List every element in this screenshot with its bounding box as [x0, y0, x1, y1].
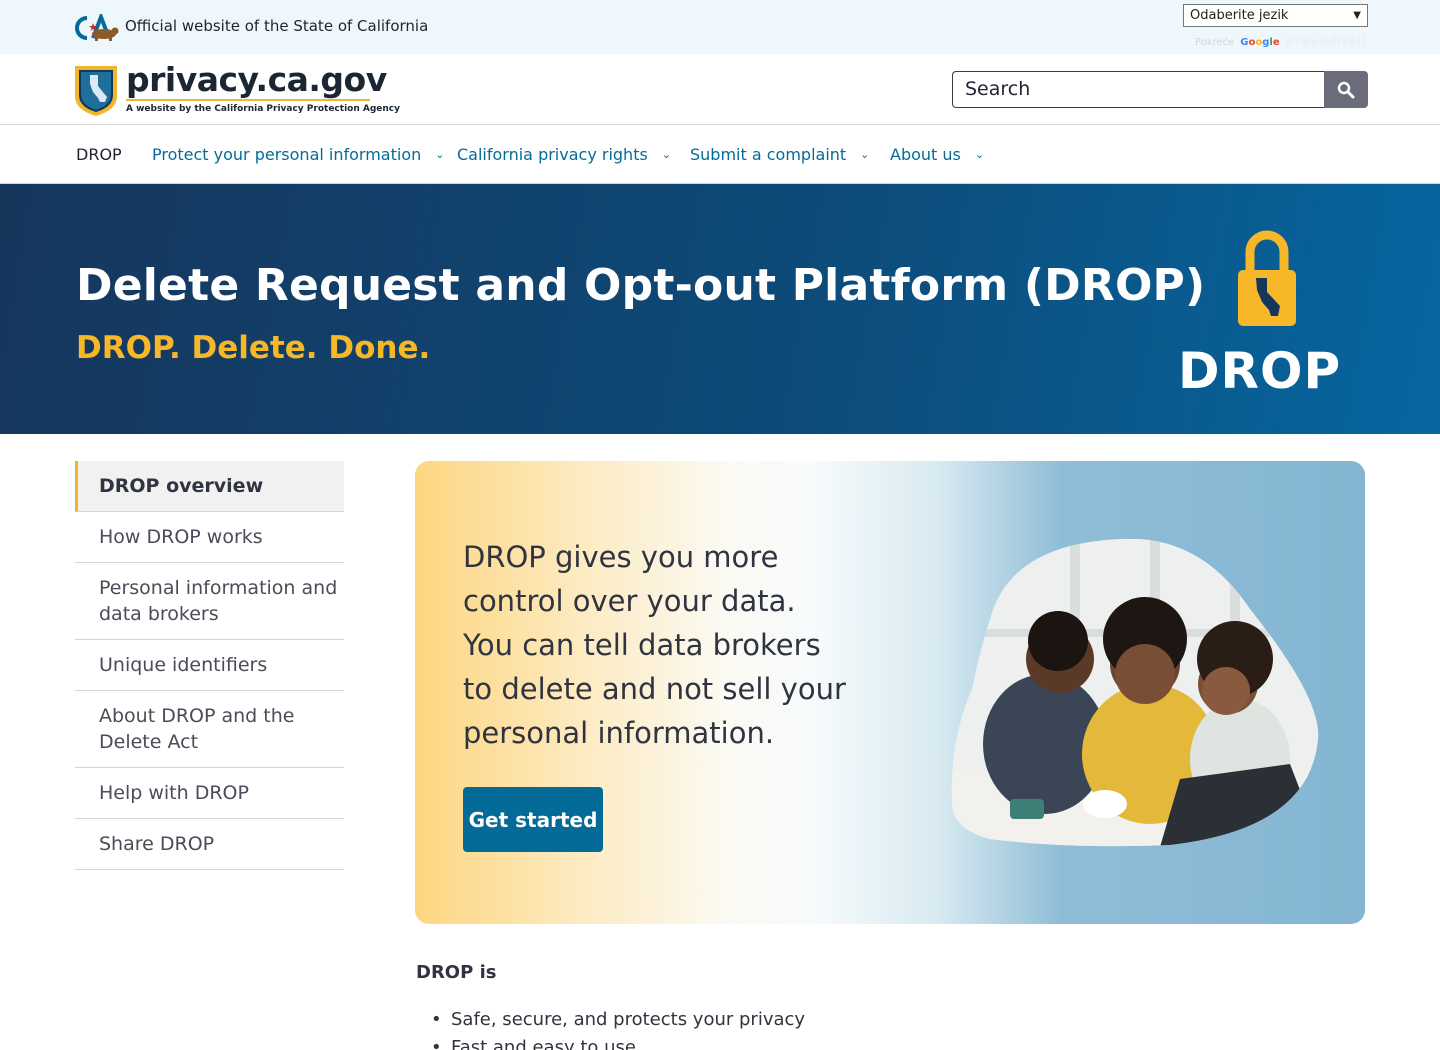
nav-item-submit-complaint[interactable]: Submit a complaint ⌄ [690, 145, 869, 164]
site-subtitle: A website by the California Privacy Prot… [126, 104, 400, 114]
sidenav-item-share[interactable]: Share DROP [75, 819, 344, 870]
get-started-button[interactable]: Get started [463, 787, 603, 852]
nav-item-label: About us [890, 145, 961, 164]
list-item: Fast and easy to use [431, 1034, 805, 1050]
google-letter: G [1240, 37, 1249, 48]
ca-gov-logo-icon[interactable] [71, 14, 119, 42]
chevron-down-icon: ▼ [1353, 10, 1361, 21]
nav-item-label: DROP [76, 145, 122, 164]
sidenav-item-overview[interactable]: DROP overview [75, 461, 344, 512]
powered-by-text: Pokreće [1195, 37, 1235, 48]
benefits-list: Safe, secure, and protects your privacy … [431, 1006, 805, 1050]
feature-lead-text: DROP gives you more control over your da… [463, 540, 846, 750]
sidenav-item-personal-info[interactable]: Personal information and data brokers [75, 563, 344, 640]
family-photo [951, 539, 1319, 847]
chevron-down-icon: ⌄ [661, 148, 672, 161]
side-navigation: DROP overview How DROP works Personal in… [75, 461, 344, 870]
search-button[interactable] [1324, 71, 1368, 108]
feature-card: DROP gives you more control over your da… [415, 461, 1365, 924]
google-logo: Google [1240, 37, 1279, 48]
nav-item-protect-info[interactable]: Protect your personal information ⌄ [152, 145, 444, 164]
list-item: Safe, secure, and protects your privacy [431, 1006, 805, 1034]
main-navigation: DROP Protect your personal information ⌄… [0, 125, 1440, 184]
nav-item-label: California privacy rights [457, 145, 648, 164]
branding-header: privacy.ca.gov A website by the Californ… [0, 54, 1440, 125]
sidenav-item-how-drop-works[interactable]: How DROP works [75, 512, 344, 563]
sidenav-item-unique-identifiers[interactable]: Unique identifiers [75, 640, 344, 691]
section-heading: DROP is [416, 962, 497, 983]
nav-item-privacy-rights[interactable]: California privacy rights ⌄ [457, 145, 671, 164]
hero-tagline: DROP. Delete. Done. [76, 330, 431, 366]
sidenav-item-about-drop[interactable]: About DROP and the Delete Act [75, 691, 344, 768]
chevron-down-icon: ⌄ [974, 148, 985, 161]
site-name-underline [126, 99, 370, 101]
official-website-text: Official website of the State of Califor… [125, 17, 429, 35]
language-select[interactable]: Odaberite jezik ▼ [1183, 4, 1368, 27]
search-icon [1337, 81, 1355, 98]
nav-item-about-us[interactable]: About us ⌄ [890, 145, 984, 164]
sidenav-item-help[interactable]: Help with DROP [75, 768, 344, 819]
search-input[interactable]: Search [952, 71, 1324, 108]
nav-item-label: Submit a complaint [690, 145, 847, 164]
hero-banner: Delete Request and Opt-out Platform (DRO… [0, 184, 1440, 434]
translate-link[interactable]: Prevoditelj [1286, 35, 1366, 50]
site-search: Search [952, 71, 1368, 108]
padlock-icon [1238, 230, 1296, 326]
drop-logo-text: DROP [1178, 342, 1342, 400]
nav-item-label: Protect your personal information [152, 145, 422, 164]
chevron-down-icon: ⌄ [435, 148, 445, 161]
chevron-down-icon: ⌄ [860, 148, 870, 161]
google-translate-attribution: Pokreće Google Prevoditelj [1195, 35, 1366, 50]
nav-item-drop[interactable]: DROP [76, 145, 122, 164]
site-name[interactable]: privacy.ca.gov [126, 60, 387, 99]
privacy-shield-logo-icon[interactable] [73, 62, 119, 118]
page-title: Delete Request and Opt-out Platform (DRO… [76, 260, 1206, 311]
utility-header: Official website of the State of Califor… [0, 0, 1440, 54]
google-letter: e [1272, 37, 1280, 48]
language-select-value: Odaberite jezik [1190, 8, 1289, 23]
